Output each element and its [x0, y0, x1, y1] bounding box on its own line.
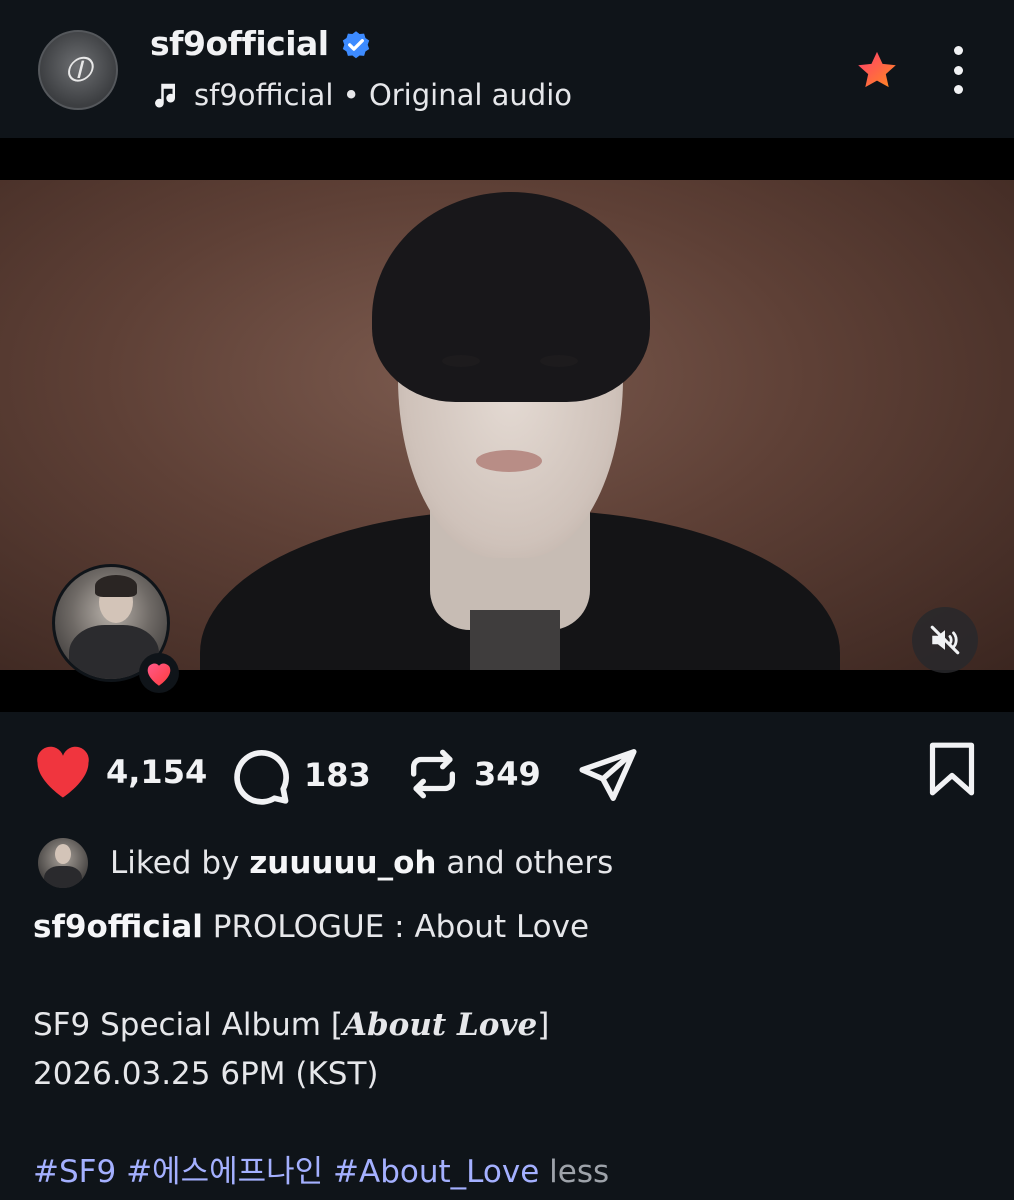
- subject-mouth: [476, 450, 542, 472]
- caption-album-line: SF9 Special Album [About Love]: [33, 1001, 983, 1050]
- post-header: ⦶ sf9official sf9official • Original aud…: [0, 0, 1014, 138]
- liker-figure: [55, 844, 71, 864]
- like-button[interactable]: 4,154: [32, 744, 207, 800]
- comment-count: 183: [304, 756, 371, 794]
- favorite-star-icon[interactable]: [852, 48, 902, 94]
- muted-speaker-icon: [930, 625, 960, 655]
- hashtag-link[interactable]: #SF9: [33, 1154, 116, 1190]
- more-options-button[interactable]: [945, 46, 971, 94]
- repost-count: 349: [474, 755, 541, 793]
- subject-shirt: [470, 610, 560, 670]
- avatar-monogram: ⦶: [64, 49, 92, 90]
- video-player[interactable]: [0, 138, 1014, 712]
- music-note-icon: [155, 83, 175, 108]
- liked-by-user[interactable]: zuuuuu_oh: [249, 845, 436, 881]
- heart-icon: [147, 663, 171, 686]
- audio-label: Original audio: [368, 78, 572, 112]
- share-button[interactable]: [576, 744, 640, 806]
- liked-by-row[interactable]: Liked by zuuuuu_oh and others: [38, 838, 613, 888]
- profile-avatar[interactable]: ⦶: [38, 30, 118, 110]
- verified-badge-icon: [342, 31, 370, 59]
- action-bar: 4,154 183 349: [0, 730, 1014, 820]
- like-count: 4,154: [106, 753, 208, 791]
- repost-button[interactable]: 349: [404, 744, 541, 804]
- send-icon: [579, 749, 637, 801]
- audio-artist: sf9official: [194, 78, 334, 112]
- subject-eye: [442, 355, 480, 367]
- comment-bubble-icon: [234, 750, 289, 805]
- audio-text: sf9official • Original audio: [194, 78, 572, 112]
- hashtag-link[interactable]: #About_Love: [333, 1154, 539, 1190]
- audio-separator: •: [342, 78, 360, 112]
- liked-by-suffix: and others: [446, 845, 614, 881]
- repost-icon: [411, 749, 455, 799]
- caption-author[interactable]: sf9official: [33, 909, 203, 945]
- caption-hashtag-line: #SF9 #에스에프나인 #About_Love less: [33, 1148, 983, 1197]
- subject-eye: [540, 355, 578, 367]
- album-prefix: SF9 Special Album [: [33, 1007, 343, 1043]
- heart-badge: [139, 653, 179, 693]
- caption-title-line: sf9official PROLOGUE : About Love: [33, 903, 983, 952]
- liked-by-avatar: [38, 838, 88, 888]
- more-dot: [953, 46, 963, 55]
- more-dot: [953, 85, 963, 94]
- post-username[interactable]: sf9official: [150, 24, 329, 63]
- liker-figure: [44, 866, 82, 888]
- more-dot: [953, 65, 963, 75]
- album-suffix: ]: [537, 1007, 550, 1043]
- hashtag-link[interactable]: #에스에프나인: [126, 1154, 323, 1190]
- liked-by-text: Liked by zuuuuu_oh and others: [110, 845, 613, 881]
- post-caption: sf9official PROLOGUE : About Love SF9 Sp…: [33, 903, 983, 1197]
- liked-by-prefix: Liked by: [110, 845, 240, 881]
- caption-release-line: 2026.03.25 6PM (KST): [33, 1056, 379, 1092]
- bookmark-icon[interactable]: [926, 740, 978, 798]
- audio-attribution[interactable]: sf9official • Original audio: [150, 78, 572, 112]
- less-toggle[interactable]: less: [549, 1154, 609, 1190]
- caption-title: PROLOGUE : About Love: [212, 909, 590, 945]
- heart-icon: [37, 746, 89, 798]
- liker-figure: [95, 575, 137, 597]
- subject-hair: [372, 192, 650, 402]
- mute-toggle-button[interactable]: [912, 607, 978, 673]
- album-name: About Love: [342, 1007, 538, 1043]
- comment-button[interactable]: 183: [230, 744, 371, 806]
